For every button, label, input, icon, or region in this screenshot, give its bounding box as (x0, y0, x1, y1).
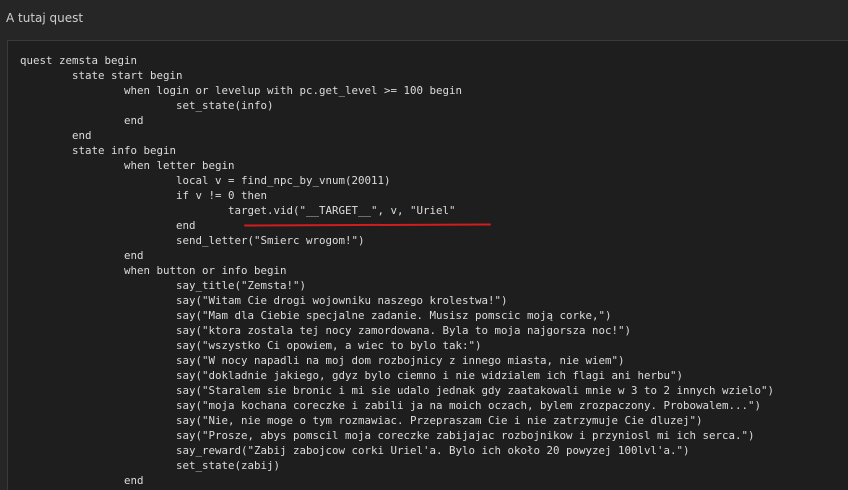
code-line: when login or levelup with pc.get_level … (20, 84, 463, 97)
code-line: end (20, 129, 92, 142)
code-line: set_state(zabij) (20, 459, 281, 472)
post-label: A tutaj quest (6, 11, 84, 25)
code-line: local v = find_npc_by_vnum(20011) (20, 174, 391, 187)
code-line: quest zemsta begin (20, 54, 138, 67)
code-line: if v != 0 then (20, 189, 268, 202)
code-line: state info begin (20, 144, 177, 157)
code-block[interactable]: quest zemsta begin state start begin whe… (7, 40, 848, 490)
code-line: say_title("Zemsta!") (20, 279, 307, 292)
code-line: say("Staralem sie bronic i mi sie udalo … (20, 384, 775, 397)
code-line: say("ktora zostala tej nocy zamordowana.… (20, 324, 632, 337)
code-line: end (20, 249, 144, 262)
code-line: set_state(info) (20, 99, 274, 112)
code-lines: quest zemsta begin state start begin whe… (20, 53, 774, 488)
code-line: end (20, 474, 144, 487)
code-line: send_letter("Smierc wrogom!") (20, 234, 365, 247)
code-line: say("dokladnie jakiego, gdyz bylo ciemno… (20, 369, 684, 382)
code-line: say("W nocy napadli na moj dom rozbojnic… (20, 354, 625, 367)
code-line: say("Mam dla Ciebie specjalne zadanie. M… (20, 309, 612, 322)
code-line: state start begin (20, 69, 183, 82)
code-line: say("moja kochana coreczke i zabili ja n… (20, 399, 762, 412)
code-line: end (20, 114, 144, 127)
code-line: when letter begin (20, 159, 235, 172)
code-line: say("wszystko Ci opowiem, a wiec to bylo… (20, 339, 482, 352)
code-line: say_reward("Zabij zabojcow corki Uriel'a… (20, 444, 690, 457)
code-line: say("Prosze, abys pomscil moja coreczke … (20, 429, 755, 442)
code-line: say("Witam Cie drogi wojowniku naszego k… (20, 294, 508, 307)
code-line: say("Nie, nie moge o tym rozmawiac. Prze… (20, 414, 703, 427)
code-line-highlighted: target.vid("__TARGET__", v, "Uriel" (20, 204, 456, 217)
code-line: when button or info begin (20, 264, 287, 277)
